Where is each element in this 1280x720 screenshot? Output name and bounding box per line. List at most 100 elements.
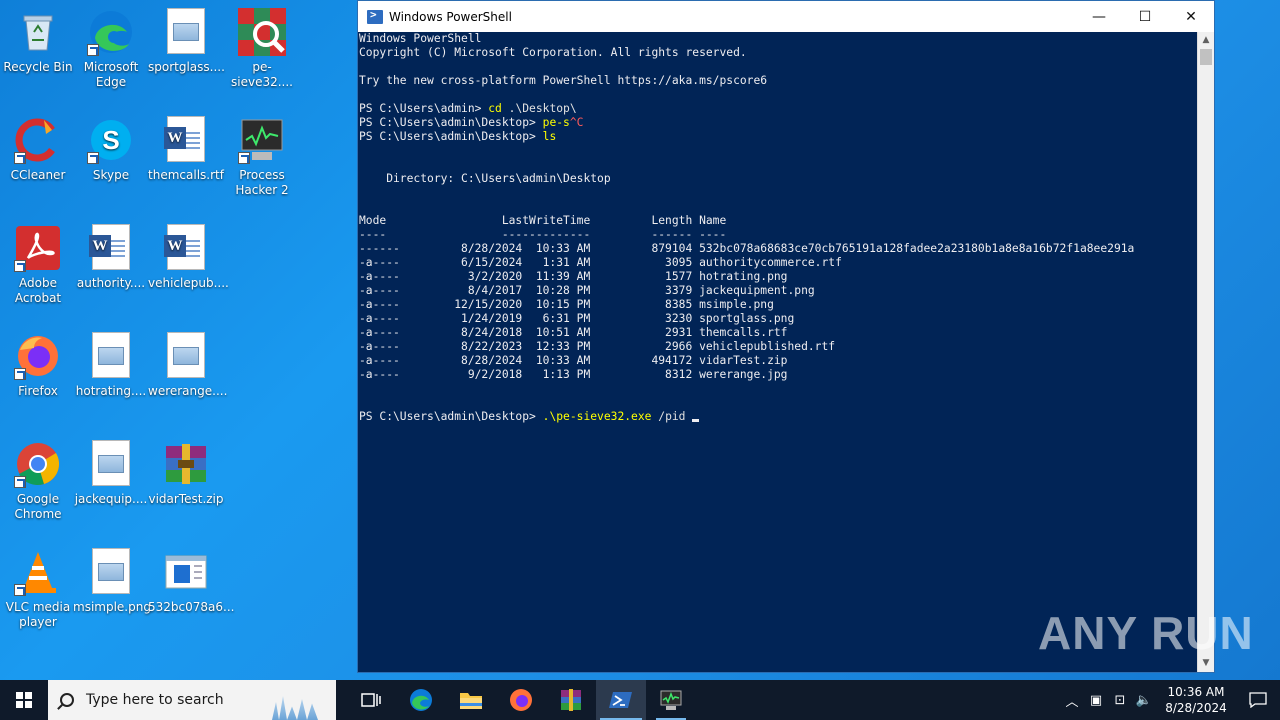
command: ls [542, 130, 557, 143]
image-file-icon [87, 548, 135, 596]
desktop-icon-wererange[interactable]: wererange.... [148, 332, 227, 399]
listing-row: ------ 8/28/2024 10:33 AM 879104 532bc07… [359, 242, 1135, 255]
desktop-icon-firefox[interactable]: Firefox [0, 332, 76, 399]
desktop-icon-label: Skype [92, 168, 130, 182]
prompt: PS C:\Users\admin\Desktop> [359, 116, 543, 129]
word-document-icon: W [162, 224, 210, 272]
listing-header: Mode LastWriteTime Length Name [359, 214, 727, 227]
console-line: Windows PowerShell [359, 32, 482, 45]
desktop-icon-label: hotrating.... [75, 384, 147, 398]
desktop-icon-vidartest-zip[interactable]: vidarTest.zip [148, 440, 224, 507]
taskbar-firefox[interactable] [496, 680, 546, 720]
desktop-icon-pe-sieve32[interactable]: pe-sieve32.... [224, 8, 300, 90]
pe-sieve-icon [238, 8, 286, 56]
volume-icon[interactable]: 🔈 [1132, 693, 1156, 708]
listing-row: -a---- 9/2/2018 1:13 PM 8312 wererange.j… [359, 368, 788, 381]
firefox-icon [510, 689, 532, 711]
desktop-icon-vehiclepub[interactable]: W vehiclepub.... [148, 224, 229, 291]
minimize-button[interactable]: — [1076, 1, 1122, 32]
listing-row: -a---- 12/15/2020 10:15 PM 8385 msimple.… [359, 298, 774, 311]
command: pe-s [542, 116, 570, 129]
taskbar-file-explorer[interactable] [446, 680, 496, 720]
window-titlebar[interactable]: Windows PowerShell — ☐ ✕ [358, 1, 1214, 32]
taskbar-edge[interactable] [396, 680, 446, 720]
taskbar-powershell[interactable] [596, 680, 646, 720]
search-placeholder: Type here to search [86, 692, 224, 708]
winrar-icon [561, 689, 581, 711]
chevron-up-icon[interactable]: ︿ [1060, 691, 1084, 710]
command: .\pe-sieve32.exe [542, 410, 652, 423]
scrollbar-thumb[interactable] [1200, 49, 1212, 65]
taskbar-clock[interactable]: 10:36 AM 8/28/2024 [1156, 684, 1236, 716]
console-output[interactable]: Windows PowerShell Copyright (C) Microso… [358, 32, 1198, 672]
powershell-window[interactable]: Windows PowerShell — ☐ ✕ Windows PowerSh… [357, 0, 1215, 673]
desktop-icon-ccleaner[interactable]: CCleaner [0, 116, 76, 183]
taskbar-search-box[interactable]: Type here to search [48, 680, 336, 720]
taskbar-winrar[interactable] [546, 680, 596, 720]
prompt: PS C:\Users\admin> [359, 102, 489, 115]
desktop-icon-label: Recycle Bin [3, 60, 73, 74]
executable-file-icon [162, 548, 210, 596]
windows-logo-icon [16, 692, 32, 708]
desktop-icon-label: Microsoft Edge [83, 60, 139, 89]
search-highlight-image [272, 696, 318, 720]
task-view-button[interactable] [346, 680, 396, 720]
shortcut-arrow-icon [87, 152, 99, 164]
shortcut-arrow-icon [87, 44, 99, 56]
maximize-button[interactable]: ☐ [1122, 1, 1168, 32]
search-icon [60, 693, 74, 707]
desktop-icon-adobe-acrobat[interactable]: Adobe Acrobat [0, 224, 76, 306]
desktop-icon-label: msimple.png [73, 600, 151, 614]
desktop-icon-jackequip[interactable]: jackequip.... [73, 440, 149, 507]
listing-row: -a---- 8/4/2017 10:28 PM 3379 jackequipm… [359, 284, 815, 297]
desktop-icon-label: sportglass.... [148, 60, 225, 74]
desktop-icon-sportglass[interactable]: sportglass.... [148, 8, 225, 75]
desktop-icon-skype[interactable]: S Skype [73, 116, 149, 183]
ccleaner-icon [14, 116, 62, 164]
clock-date: 8/28/2024 [1165, 701, 1227, 715]
argument: /pid [651, 410, 693, 423]
desktop-icon-themcalls[interactable]: W themcalls.rtf [148, 116, 224, 183]
meet-now-icon[interactable]: ▣ [1084, 693, 1108, 708]
vlc-cone-icon [14, 548, 62, 596]
microsoft-edge-icon [87, 8, 135, 56]
prompt: PS C:\Users\admin\Desktop> [359, 130, 543, 143]
close-button[interactable]: ✕ [1168, 1, 1214, 32]
desktop-icon-hotrating[interactable]: hotrating.... [73, 332, 149, 399]
desktop-icon-google-chrome[interactable]: Google Chrome [0, 440, 76, 522]
listing-separator: ---- ------------- ------ ---- [359, 228, 727, 241]
image-file-icon [162, 8, 210, 56]
word-document-icon: W [87, 224, 135, 272]
scroll-up-arrow-icon[interactable]: ▲ [1198, 32, 1214, 49]
network-icon[interactable]: ⊡ [1108, 693, 1132, 708]
start-button[interactable] [0, 680, 48, 720]
desktop-icon-label: Firefox [18, 384, 58, 398]
edge-icon [410, 689, 432, 711]
desktop-icon-msimple[interactable]: msimple.png [73, 548, 151, 615]
desktop-icon-process-hacker[interactable]: Process Hacker 2 [224, 116, 300, 198]
shortcut-arrow-icon [14, 260, 26, 272]
desktop-icon-label: vehiclepub.... [148, 276, 229, 290]
shortcut-arrow-icon [238, 152, 250, 164]
desktop-icon-microsoft-edge[interactable]: Microsoft Edge [73, 8, 149, 90]
desktop-icon-label: Process Hacker 2 [235, 168, 289, 197]
desktop-icon-532bc078[interactable]: 532bc078a6... [148, 548, 234, 615]
console-line: Copyright (C) Microsoft Corporation. All… [359, 46, 747, 59]
desktop-icon-authority[interactable]: W authority.... [73, 224, 149, 291]
argument: .\Desktop\ [501, 102, 577, 115]
google-chrome-icon [14, 440, 62, 488]
task-view-icon [361, 693, 381, 707]
directory-heading: Directory: C:\Users\admin\Desktop [359, 172, 611, 185]
svg-text:S: S [102, 125, 119, 155]
desktop-icon-recycle-bin[interactable]: Recycle Bin [0, 8, 76, 75]
adobe-acrobat-icon [14, 224, 62, 272]
taskbar-process-hacker[interactable] [646, 680, 696, 720]
notification-icon [1249, 692, 1267, 708]
firefox-icon [14, 332, 62, 380]
recycle-bin-icon [14, 8, 62, 56]
vertical-scrollbar[interactable]: ▲ ▼ [1197, 32, 1214, 672]
desktop-icon-vlc[interactable]: VLC media player [0, 548, 76, 630]
action-center-button[interactable] [1236, 692, 1280, 708]
folder-icon [460, 693, 482, 709]
window-title: Windows PowerShell [389, 9, 512, 24]
